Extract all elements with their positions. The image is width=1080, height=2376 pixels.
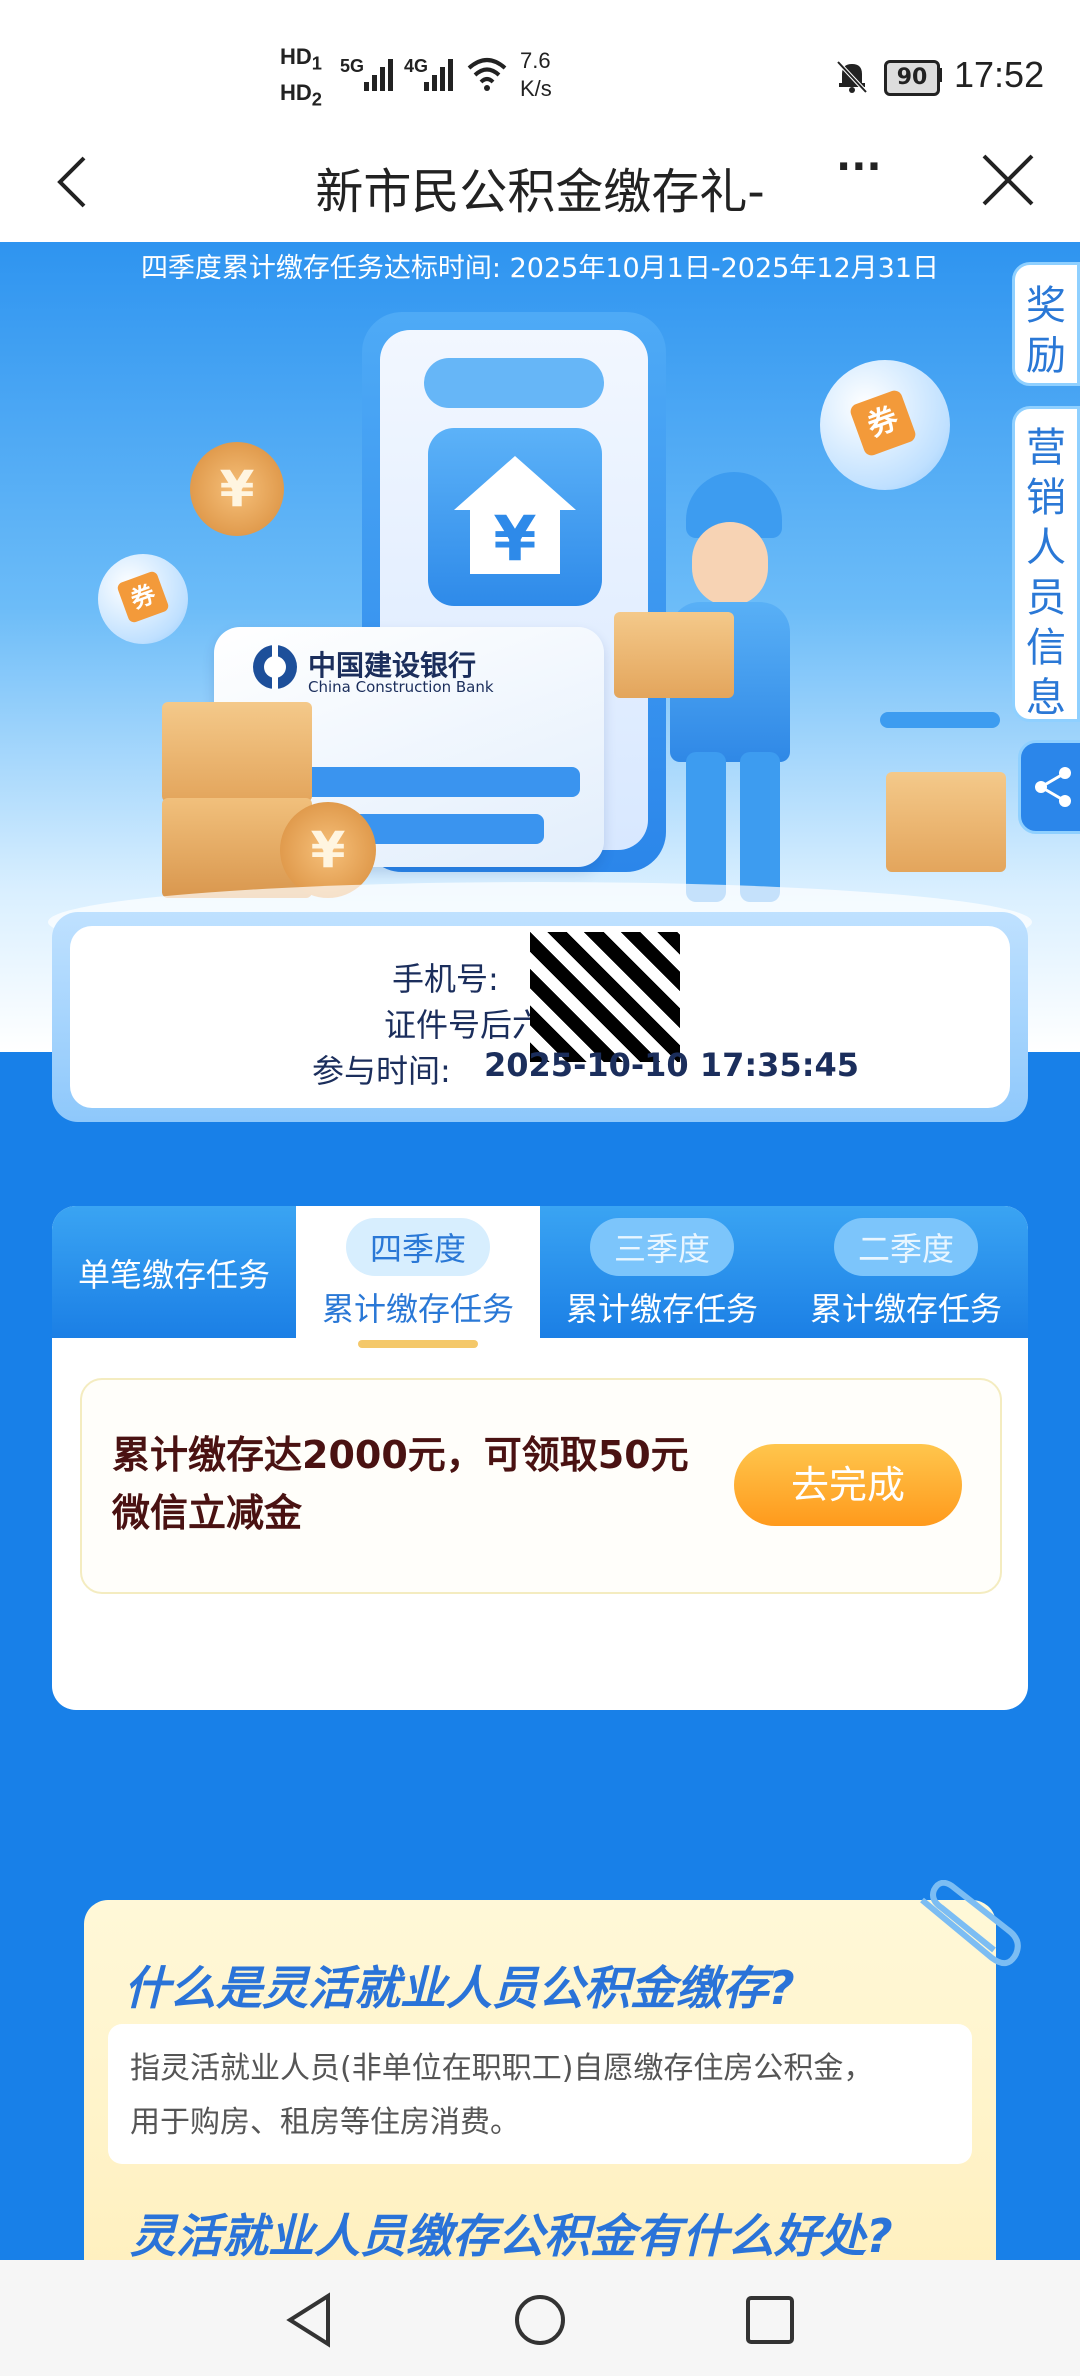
go-complete-button[interactable]: 去完成 (734, 1444, 962, 1526)
bell-off-icon (836, 60, 868, 94)
faq-answer-line-1: 指灵活就业人员(非单位在职职工)自愿缴存住房公积金， (130, 2051, 874, 2086)
hd1-text: HD (280, 44, 312, 69)
yen-coin-2: ¥ (280, 802, 376, 898)
ccb-logo-icon (253, 645, 297, 689)
phone-toolbar (424, 358, 604, 408)
tab-label: 单笔缴存任务 (77, 1256, 270, 1294)
participant-info-inner: 手机号: 1 证件号后六位: 参与时间: 2025-10-10 17:35:45 (70, 926, 1010, 1108)
more-button[interactable]: ··· (836, 144, 882, 190)
redaction-mask (530, 932, 680, 1062)
marketing-staff-side-button[interactable]: 营销人员信息 (1012, 406, 1080, 722)
drone-parcel (886, 772, 1006, 872)
tab-q4-cumulative[interactable]: 四季度 累计缴存任务 (296, 1206, 540, 1348)
battery-tip (938, 68, 942, 82)
status-bar: HD1 HD2 5G 4G 7.6 K/s 90 17:52 (0, 0, 1080, 150)
task-line-2: 微信立减金 (112, 1491, 303, 1535)
tab-q3-cumulative[interactable]: 三季度 累计缴存任务 (540, 1206, 784, 1338)
task-period-text: 四季度累计缴存任务达标时间: 2025年10月1日-2025年12月31日 (140, 253, 940, 284)
faq-question-2: 灵活就业人员缴存公积金有什么好处? (130, 2209, 893, 2263)
drone-body (880, 712, 1000, 728)
parcel-box-1 (162, 702, 312, 802)
participant-info-card: 手机号: 1 证件号后六位: 参与时间: 2025-10-10 17:35:45 (52, 912, 1028, 1122)
faq-answer-line-2: 用于购房、租房等住房消费。 (130, 2105, 520, 2140)
page-title: 新市民公积金缴存礼- (315, 164, 765, 220)
faq-question-1: 什么是灵活就业人员公积金缴存? (124, 1961, 795, 2015)
task-line-1: 累计缴存达2000元，可领取50元 (112, 1433, 689, 1477)
yen-coin-1: ¥ (190, 442, 284, 536)
back-chevron-icon[interactable] (52, 152, 92, 212)
tab-label: 累计缴存任务 (565, 1290, 758, 1328)
net-speed-value: 7.6 (520, 48, 551, 73)
circle-home-icon[interactable] (512, 2292, 568, 2348)
wifi-icon (467, 58, 507, 91)
tab-label: 累计缴存任务 (809, 1290, 1002, 1328)
join-time-value: 2025-10-10 17:35:45 (484, 1046, 860, 1084)
faq-answer-box: 指灵活就业人员(非单位在职职工)自愿缴存住房公积金， 用于购房、租房等住房消费。 (108, 2024, 972, 2164)
net-speed-unit: K/s (520, 76, 552, 101)
close-x-icon[interactable] (980, 152, 1036, 208)
bank-name-en: China Construction Bank (308, 678, 494, 696)
tab-pill: 二季度 (833, 1218, 978, 1276)
square-recent-icon[interactable] (744, 2294, 796, 2346)
hd2-sub: 2 (311, 88, 322, 110)
reward-side-button[interactable]: 奖励 (1012, 262, 1080, 386)
task-item: 累计缴存达2000元，可领取50元 微信立减金 去完成 (80, 1378, 1002, 1594)
share-button[interactable] (1018, 740, 1080, 834)
svg-text:¥: ¥ (493, 502, 536, 575)
battery-icon: 90 (884, 60, 940, 96)
network-5g: 5G (340, 56, 365, 76)
hd2-indicator: HD2 (280, 80, 322, 110)
task-description: 累计缴存达2000元，可领取50元 微信立减金 (112, 1426, 712, 1542)
nav-bar: 新市民公积金缴存礼- ··· (0, 130, 1080, 242)
tab-pill: 四季度 (345, 1218, 490, 1276)
clock: 17:52 (954, 54, 1045, 95)
courier-face (692, 522, 768, 606)
hd1-sub: 1 (311, 52, 322, 74)
tab-q2-cumulative[interactable]: 二季度 累计缴存任务 (784, 1206, 1028, 1338)
paperclip-icon (920, 1880, 1021, 1967)
courier-parcel (614, 612, 734, 698)
courier-leg-1 (686, 752, 726, 902)
hd1-indicator: HD1 (280, 44, 322, 74)
tab-single-deposit[interactable]: 单笔缴存任务 (52, 1206, 296, 1338)
phone-label: 手机号: (392, 960, 499, 998)
hd2-text: HD (280, 80, 312, 105)
faq-answer-1: 指灵活就业人员(非单位在职职工)自愿缴存住房公积金， 用于购房、租房等住房消费。 (130, 2042, 950, 2150)
house-yen-icon: ¥ (454, 456, 576, 575)
signal-icon (364, 59, 393, 91)
system-nav-bar (0, 2260, 1080, 2376)
card-bar-1 (300, 767, 580, 797)
task-tabs-card: 单笔缴存任务 四季度 累计缴存任务 三季度 累计缴存任务 二季度 累计缴存任务 … (52, 1206, 1028, 1710)
tab-label: 累计缴存任务 (321, 1290, 514, 1328)
active-tab-indicator (358, 1340, 478, 1348)
signal-icon-2 (424, 59, 453, 91)
share-icon (1035, 767, 1071, 807)
triangle-back-icon[interactable] (284, 2292, 334, 2348)
tab-pill: 三季度 (589, 1218, 734, 1276)
join-time-label: 参与时间: (312, 1052, 451, 1090)
courier-leg-2 (740, 752, 780, 902)
